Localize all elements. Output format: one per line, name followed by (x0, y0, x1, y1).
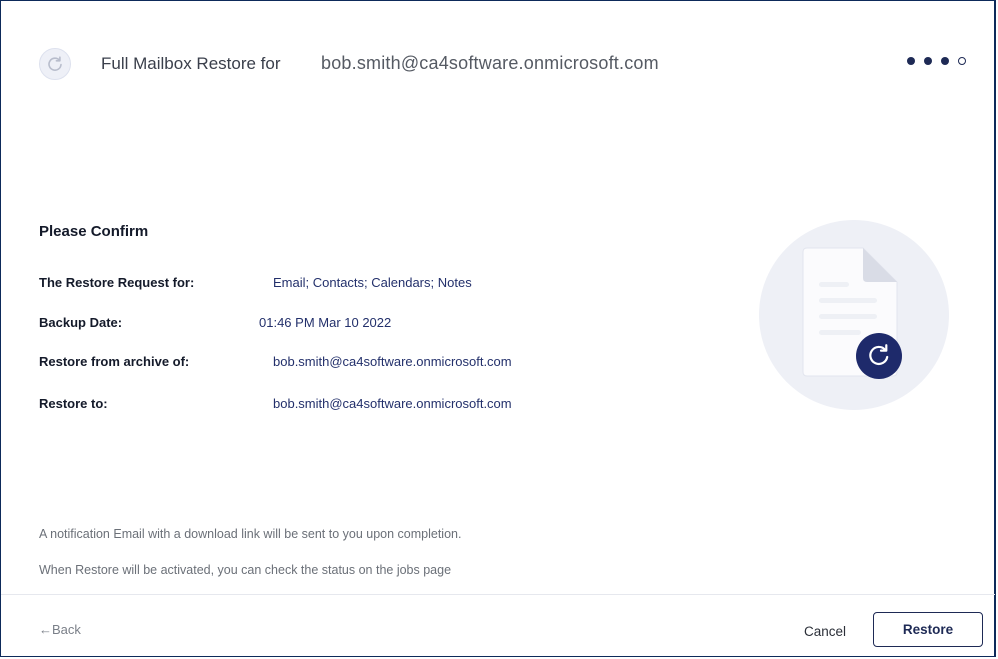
summary-row-restore-to: Restore to: bob.smith@ca4software.onmicr… (39, 396, 699, 416)
confirm-heading: Please Confirm (39, 223, 149, 240)
summary-label: Restore from archive of: (39, 354, 190, 369)
summary-value: bob.smith@ca4software.onmicrosoft.com (273, 354, 512, 369)
dialog-title: Full Mailbox Restore for (101, 54, 281, 73)
step-dot-2 (924, 57, 932, 65)
document-icon (802, 247, 898, 377)
dialog-title-email: bob.smith@ca4software.onmicrosoft.com (321, 53, 659, 73)
back-link[interactable]: ←Back (39, 622, 81, 637)
summary-label: The Restore Request for: (39, 275, 195, 290)
restore-button[interactable]: Restore (873, 612, 983, 647)
restore-illustration (759, 220, 949, 410)
summary-value: Email; Contacts; Calendars; Notes (273, 275, 472, 290)
summary-row-backup-date: Backup Date: 01:46 PM Mar 10 2022 (39, 315, 699, 335)
refresh-icon (39, 48, 71, 80)
restore-wizard-dialog: Full Mailbox Restore for bob.smith@ca4so… (0, 0, 996, 657)
summary-value: bob.smith@ca4software.onmicrosoft.com (273, 396, 512, 411)
summary-row-restore-request: The Restore Request for: Email; Contacts… (39, 275, 699, 295)
jobs-page-note: When Restore will be activated, you can … (39, 563, 452, 577)
summary-label: Backup Date: (39, 315, 123, 330)
step-dot-1 (907, 57, 915, 65)
summary-value: 01:46 PM Mar 10 2022 (259, 315, 392, 330)
footer-divider (1, 594, 995, 595)
cancel-button[interactable]: Cancel (791, 613, 859, 649)
step-dot-3 (941, 57, 949, 65)
step-dot-4 (958, 57, 966, 65)
restore-icon (856, 333, 902, 379)
notification-note: A notification Email with a download lin… (39, 527, 462, 541)
summary-row-restore-from: Restore from archive of: bob.smith@ca4so… (39, 354, 699, 374)
summary-label: Restore to: (39, 396, 108, 411)
step-indicator (907, 57, 966, 65)
